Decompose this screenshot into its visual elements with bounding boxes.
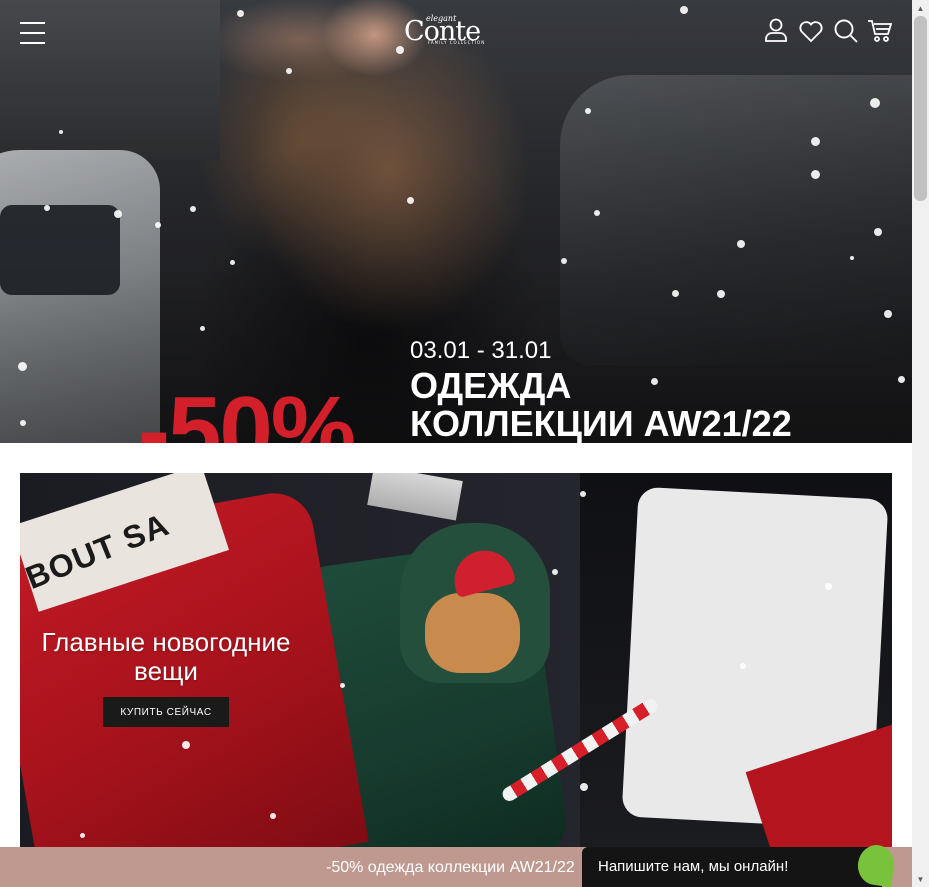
- hero-percent: -50%: [138, 377, 356, 444]
- snowflake: [80, 833, 85, 838]
- snowflake: [407, 197, 414, 204]
- site-header: elegant Conte FAMILY COLLECTION: [0, 0, 912, 64]
- scroll-up-arrow-icon[interactable]: ▲: [912, 0, 929, 16]
- menu-icon[interactable]: [20, 22, 45, 44]
- snowflake: [230, 260, 235, 265]
- page: -50% 03.01 - 31.01 ОДЕЖДА КОЛЛЕКЦИИ AW21…: [0, 0, 929, 887]
- heart-icon[interactable]: [798, 18, 824, 44]
- chat-widget-text: Напишите нам, мы онлайн!: [598, 858, 789, 875]
- banner-tinsel: [367, 473, 463, 521]
- hero-title-line1: ОДЕЖДА: [410, 365, 572, 406]
- snowflake: [580, 783, 588, 791]
- snowflake: [340, 683, 345, 688]
- snowflake: [190, 206, 196, 212]
- snowflake: [884, 310, 892, 318]
- snowflake: [44, 205, 50, 211]
- scrollbar-thumb[interactable]: [914, 16, 927, 201]
- cart-icon[interactable]: [867, 18, 893, 44]
- snowflake: [874, 228, 882, 236]
- snowflake: [825, 583, 832, 590]
- hero-title: ОДЕЖДА КОЛЛЕКЦИИ AW21/22: [410, 367, 792, 443]
- snowflake: [811, 170, 820, 179]
- snowflake: [114, 210, 122, 218]
- user-icon[interactable]: [763, 17, 789, 43]
- snowflake: [811, 137, 820, 146]
- promo-bottom-bar-text: -50% одежда коллекции AW21/22: [326, 859, 575, 876]
- hero-dates: 03.01 - 31.01: [410, 337, 552, 364]
- logo-tagline: FAMILY COLLECTION: [428, 40, 486, 45]
- snowflake: [672, 290, 679, 297]
- hero-title-line2: КОЛЛЕКЦИИ AW21/22: [410, 403, 792, 443]
- banner-title: Главные новогодние вещи: [41, 627, 291, 686]
- snowflake: [561, 258, 567, 264]
- banner-gingerbread-face: [425, 593, 520, 673]
- snowflake: [18, 362, 27, 371]
- snowflake: [270, 813, 276, 819]
- snowflake: [594, 210, 600, 216]
- snowflake: [200, 326, 205, 331]
- snowflake: [717, 290, 725, 298]
- shop-now-button[interactable]: КУПИТЬ СЕЙЧАС: [103, 697, 229, 727]
- snowflake: [552, 569, 558, 575]
- snowflake: [585, 108, 591, 114]
- snowflake: [740, 663, 746, 669]
- snowflake: [850, 256, 854, 260]
- snowflake: [870, 98, 880, 108]
- snowflake: [580, 491, 586, 497]
- snowflake: [286, 68, 292, 74]
- hero-banner[interactable]: -50% 03.01 - 31.01 ОДЕЖДА КОЛЛЕКЦИИ AW21…: [0, 0, 912, 443]
- snowflake: [59, 130, 63, 134]
- logo[interactable]: elegant Conte FAMILY COLLECTION: [404, 14, 484, 48]
- snowflake: [155, 222, 161, 228]
- search-icon[interactable]: [833, 18, 859, 44]
- snowflake: [898, 376, 905, 383]
- snowflake: [737, 240, 745, 248]
- snowflake: [20, 420, 26, 426]
- snowflake: [182, 741, 190, 749]
- scroll-down-arrow-icon[interactable]: ▼: [912, 871, 929, 887]
